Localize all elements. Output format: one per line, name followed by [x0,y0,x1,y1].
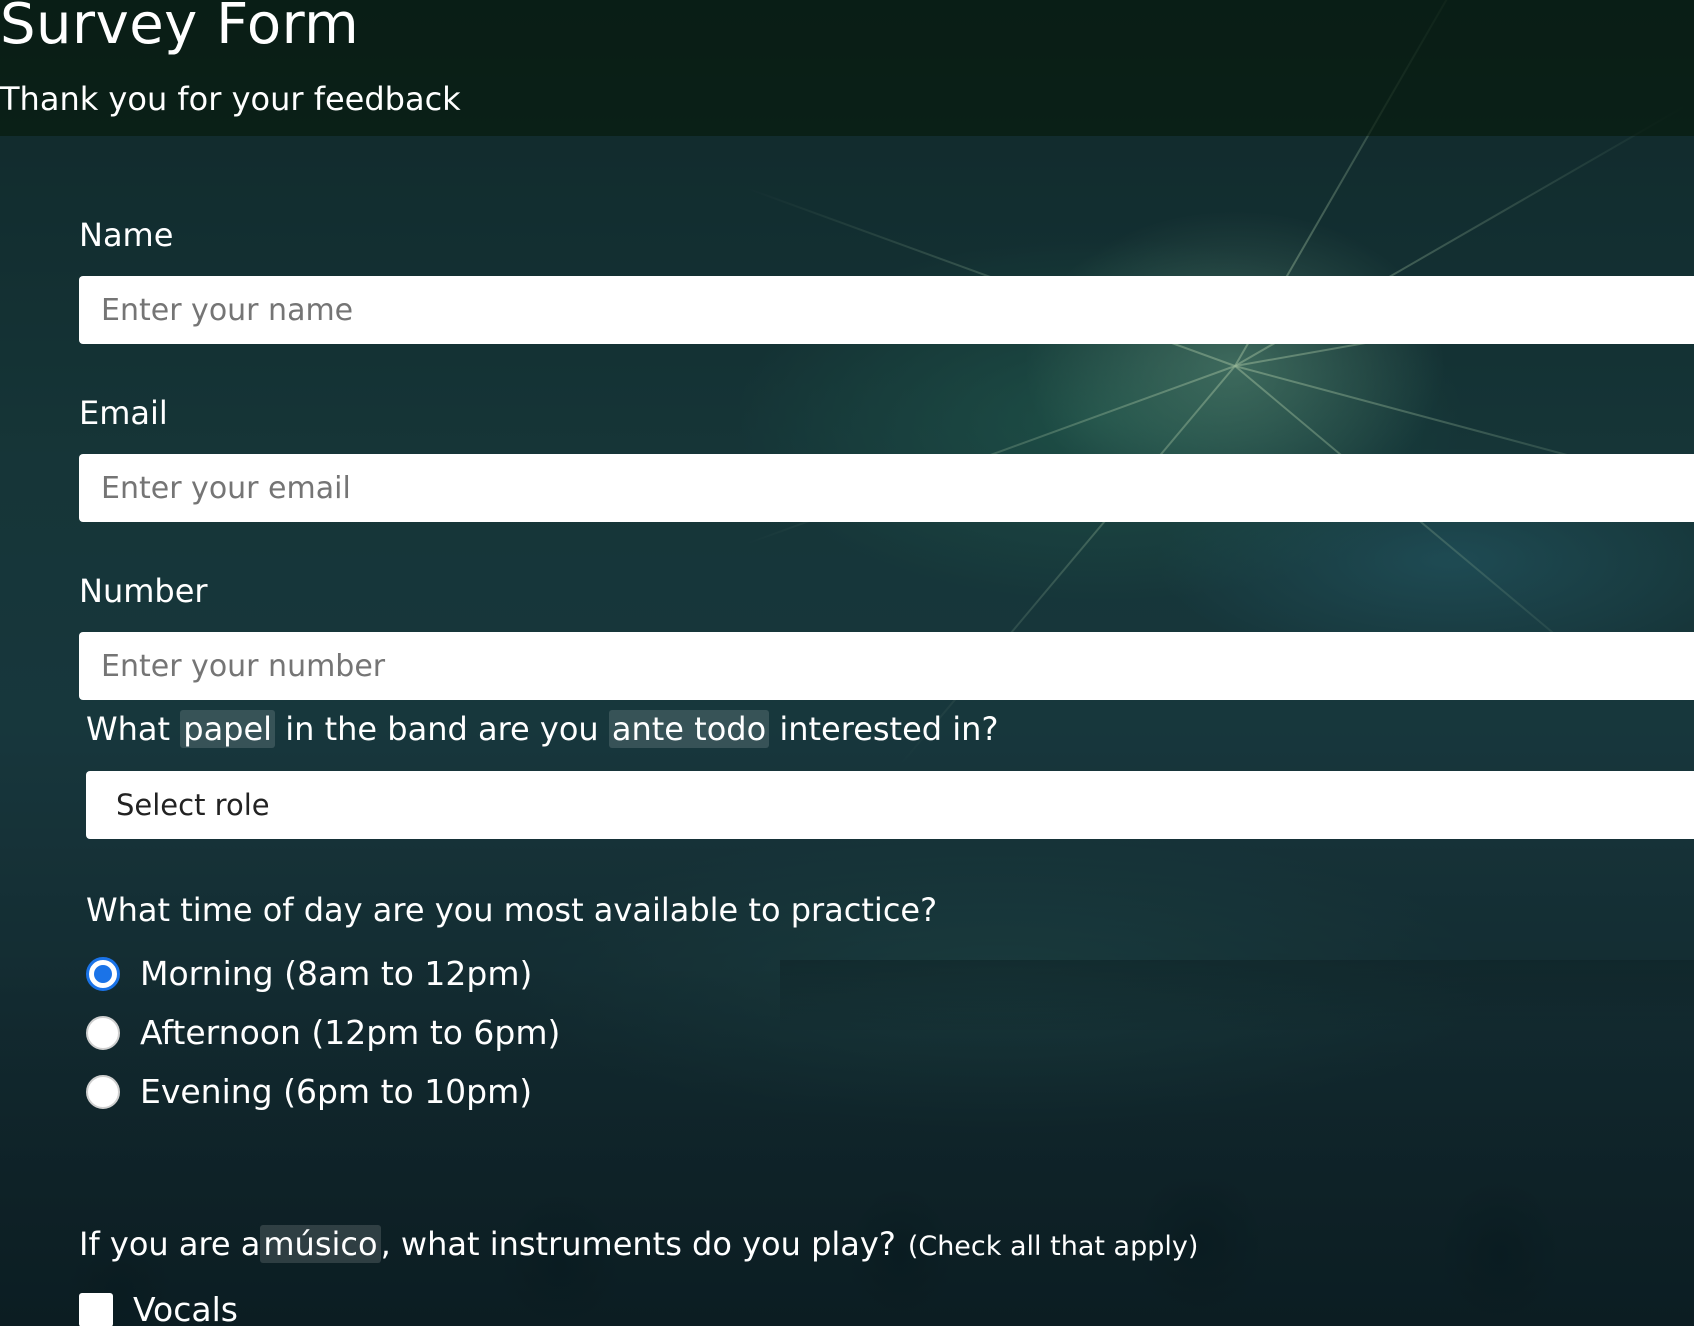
radio-button[interactable] [86,956,120,991]
header: Survey Form Thank you for your feedback [0,0,1694,136]
number-label: Number [79,572,208,610]
role-question: What papel in the band are you ante todo… [86,710,998,748]
radio-button[interactable] [86,1074,120,1109]
role-question-part: interested in? [769,710,999,748]
radio-label: Afternoon (12pm to 6pm) [140,1013,561,1052]
page-subtitle: Thank you for your feedback [0,80,461,118]
radio-label: Evening (6pm to 10pm) [140,1072,533,1111]
radio-button[interactable] [86,1015,120,1050]
page-title: Survey Form [0,0,360,57]
instruments-question-part: , what instruments do you play? [380,1225,896,1263]
checkbox-option-vocals[interactable]: Vocals [79,1290,238,1326]
checkbox-label: Vocals [133,1290,238,1326]
email-label: Email [79,394,168,432]
role-question-highlight: ante todo [608,710,770,748]
instruments-note: (Check all that apply) [907,1231,1199,1262]
radio-option-evening[interactable]: Evening (6pm to 10pm) [86,1072,532,1111]
role-question-highlight: papel [180,710,276,748]
instruments-question-part: If you are a [79,1225,261,1263]
role-question-part: What [86,710,181,748]
checkbox[interactable] [79,1292,113,1326]
email-input[interactable] [79,454,1694,522]
radio-label: Morning (8am to 12pm) [140,954,533,993]
number-input[interactable] [79,632,1694,700]
availability-question: What time of day are you most available … [86,891,938,929]
instruments-question-highlight: músico [260,1225,381,1264]
radio-option-afternoon[interactable]: Afternoon (12pm to 6pm) [86,1013,560,1052]
radio-option-morning[interactable]: Morning (8am to 12pm) [86,954,532,993]
role-select[interactable]: Select role [86,771,1694,839]
name-input[interactable] [79,276,1694,344]
role-select-value: Select role [116,788,270,822]
role-question-part: in the band are you [275,710,609,748]
name-label: Name [79,216,174,254]
instruments-question: If you are a músico, what instruments do… [79,1225,1199,1264]
